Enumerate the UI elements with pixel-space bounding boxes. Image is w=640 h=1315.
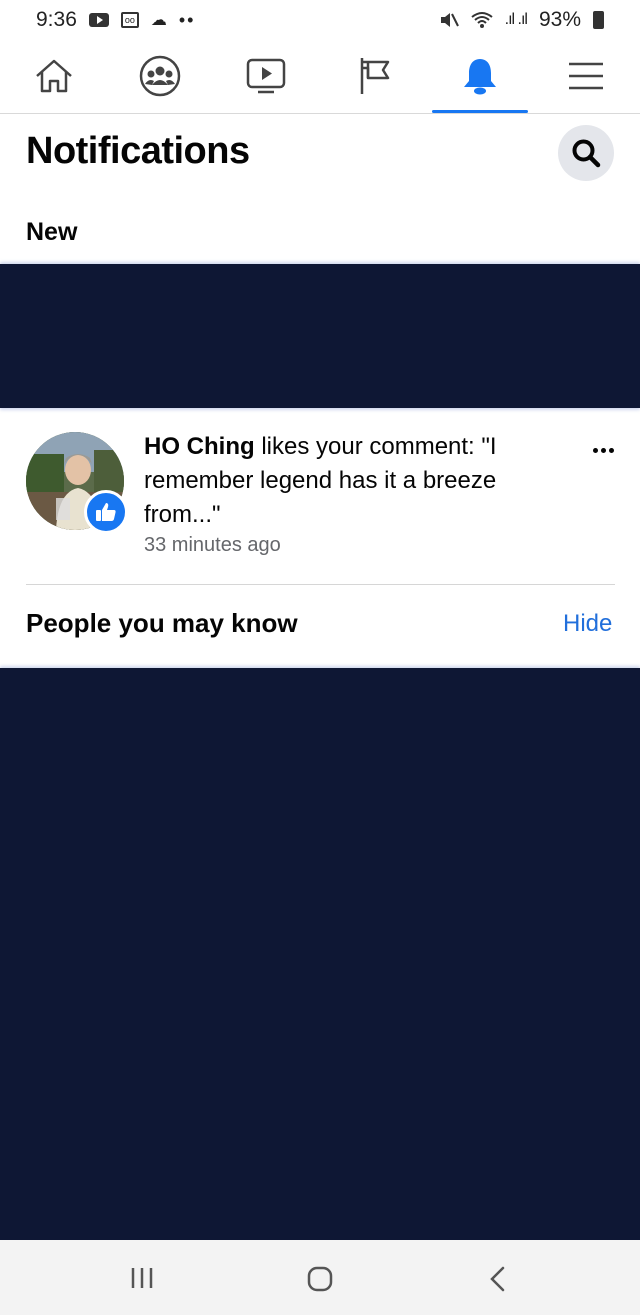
search-button[interactable]	[558, 125, 614, 181]
notification-item[interactable]: HO Ching likes your comment: "I remember…	[0, 410, 640, 584]
system-navigation-bar	[0, 1240, 640, 1315]
youtube-icon	[88, 13, 109, 27]
menu-icon	[569, 62, 603, 90]
hidden-content-block	[0, 668, 640, 1240]
search-icon	[572, 139, 601, 168]
notification-text: HO Ching likes your comment: "I remember…	[144, 430, 554, 532]
hidden-content-block	[0, 264, 640, 408]
clock: 9:36	[36, 8, 77, 31]
notification-actor: HO Ching	[144, 433, 255, 460]
page-title: Notifications	[26, 130, 250, 172]
dot-icon	[600, 447, 606, 453]
tab-menu[interactable]	[538, 40, 634, 112]
section-heading-new: New	[26, 218, 78, 246]
status-bar: 9:36 oo ☁ •• .ıl .ıl 93%	[0, 0, 640, 40]
tab-pages[interactable]	[326, 40, 422, 112]
notifications-bell-icon	[464, 59, 496, 95]
pages-flag-icon	[360, 58, 390, 94]
tab-home[interactable]	[6, 40, 102, 112]
voicemail-icon: oo	[120, 12, 139, 28]
hide-button[interactable]: Hide	[563, 610, 612, 638]
wifi-icon	[471, 12, 493, 28]
more-notifications-icon: ••	[178, 9, 196, 30]
battery-icon	[593, 11, 604, 29]
tab-notifications[interactable]	[432, 40, 528, 113]
groups-icon	[139, 55, 181, 97]
tab-watch[interactable]	[218, 40, 314, 112]
like-reaction-icon	[84, 490, 128, 534]
notification-timestamp: 33 minutes ago	[144, 534, 281, 556]
recent-apps-icon[interactable]	[130, 1266, 154, 1290]
top-nav	[0, 40, 640, 114]
dot-icon	[592, 447, 598, 453]
tab-groups[interactable]	[112, 40, 208, 112]
watch-icon	[246, 58, 286, 94]
cloud-upload-icon: ☁	[150, 12, 167, 29]
mute-icon	[440, 13, 459, 27]
signal-icon: .ıl .ıl	[504, 11, 528, 28]
home-icon	[36, 59, 72, 93]
battery-level: 93%	[538, 8, 581, 31]
dot-icon	[608, 447, 614, 453]
home-button-icon[interactable]	[307, 1266, 333, 1292]
section-heading-people-you-may-know: People you may know	[26, 608, 298, 638]
divider	[26, 584, 615, 585]
back-icon[interactable]	[488, 1266, 508, 1292]
more-options-button[interactable]	[586, 440, 620, 460]
